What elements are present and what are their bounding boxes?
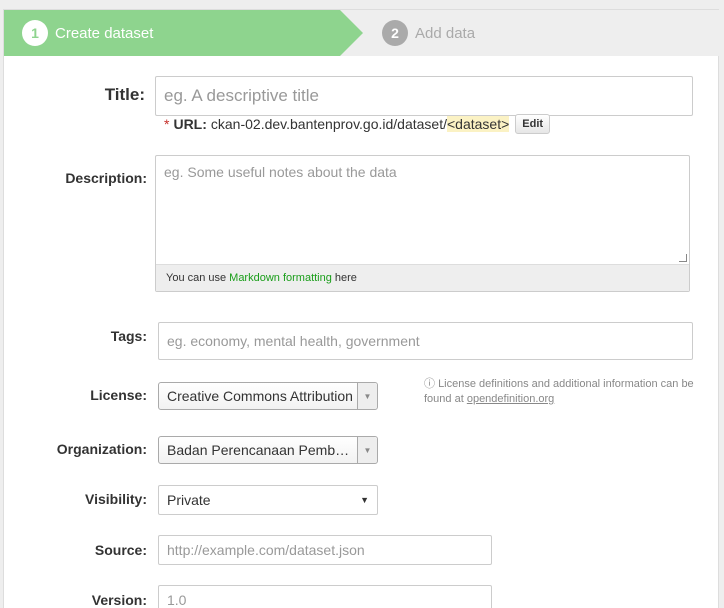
description-label: Description: — [65, 170, 147, 186]
markdown-info-text-end: here — [334, 272, 357, 284]
opendefinition-link[interactable]: opendefinition.org — [467, 393, 554, 405]
stage-arrow — [340, 10, 363, 56]
url-slug: <dataset> — [446, 116, 510, 132]
description-placeholder: eg. Some useful notes about the data — [164, 164, 397, 180]
stages-bar: 1 Create dataset 2 Add data — [4, 10, 720, 56]
visibility-select[interactable]: Private ▼ — [158, 485, 378, 515]
edit-url-button[interactable]: Edit — [515, 114, 551, 134]
chevron-down-icon[interactable]: ▼ — [357, 383, 377, 409]
source-label: Source: — [94, 542, 147, 558]
tags-label: Tags: — [110, 328, 147, 344]
version-input[interactable]: 1.0 — [158, 585, 492, 608]
license-info-text: License definitions and additional infor… — [424, 378, 694, 405]
license-info: ⓘ License definitions and additional inf… — [424, 377, 694, 407]
stage-number: 2 — [382, 20, 408, 46]
organization-select[interactable]: Badan Perencanaan Pembangunan Daerah ▼ — [158, 436, 378, 464]
description-textarea[interactable]: eg. Some useful notes about the data You… — [155, 155, 690, 292]
source-input[interactable]: http://example.com/dataset.json — [158, 535, 492, 565]
license-label: License: — [90, 387, 147, 403]
chevron-down-icon[interactable]: ▼ — [357, 437, 377, 463]
markdown-info: You can use Markdown formatting here — [156, 264, 689, 291]
visibility-label: Visibility: — [85, 491, 147, 507]
stage-label: Create dataset — [55, 24, 154, 42]
title-placeholder: eg. A descriptive title — [164, 86, 319, 105]
title-label: Title: — [104, 85, 145, 104]
title-input[interactable]: eg. A descriptive title — [155, 76, 693, 116]
tags-placeholder: eg. economy, mental health, government — [167, 333, 420, 349]
tags-input[interactable]: eg. economy, mental health, government — [158, 322, 693, 360]
markdown-formatting-link[interactable]: Markdown formatting — [229, 272, 332, 284]
license-select[interactable]: Creative Commons Attribution ▼ — [158, 382, 378, 410]
resize-handle-icon[interactable] — [679, 254, 687, 262]
stage-add-data[interactable]: 2 Add data — [382, 10, 475, 56]
url-line: * URL: ckan-02.dev.bantenprov.go.id/data… — [164, 114, 551, 134]
url-label: URL: — [173, 116, 207, 132]
license-value: Creative Commons Attribution — [167, 388, 353, 404]
caret-down-icon: ▼ — [360, 495, 369, 505]
visibility-value: Private — [167, 492, 211, 508]
organization-value: Badan Perencanaan Pembangunan Daerah — [167, 442, 353, 458]
organization-label: Organization: — [56, 441, 147, 457]
required-marker: * — [164, 116, 170, 132]
version-label: Version: — [91, 592, 147, 608]
stage-create-dataset[interactable]: 1 Create dataset — [4, 10, 340, 56]
url-prefix: ckan-02.dev.bantenprov.go.id/dataset/ — [210, 116, 447, 132]
stage-label: Add data — [415, 24, 476, 42]
markdown-info-text: You can use — [166, 272, 227, 284]
stage-number: 1 — [22, 20, 48, 46]
source-placeholder: http://example.com/dataset.json — [167, 542, 365, 558]
version-placeholder: 1.0 — [167, 592, 187, 608]
info-icon: ⓘ — [424, 378, 435, 390]
